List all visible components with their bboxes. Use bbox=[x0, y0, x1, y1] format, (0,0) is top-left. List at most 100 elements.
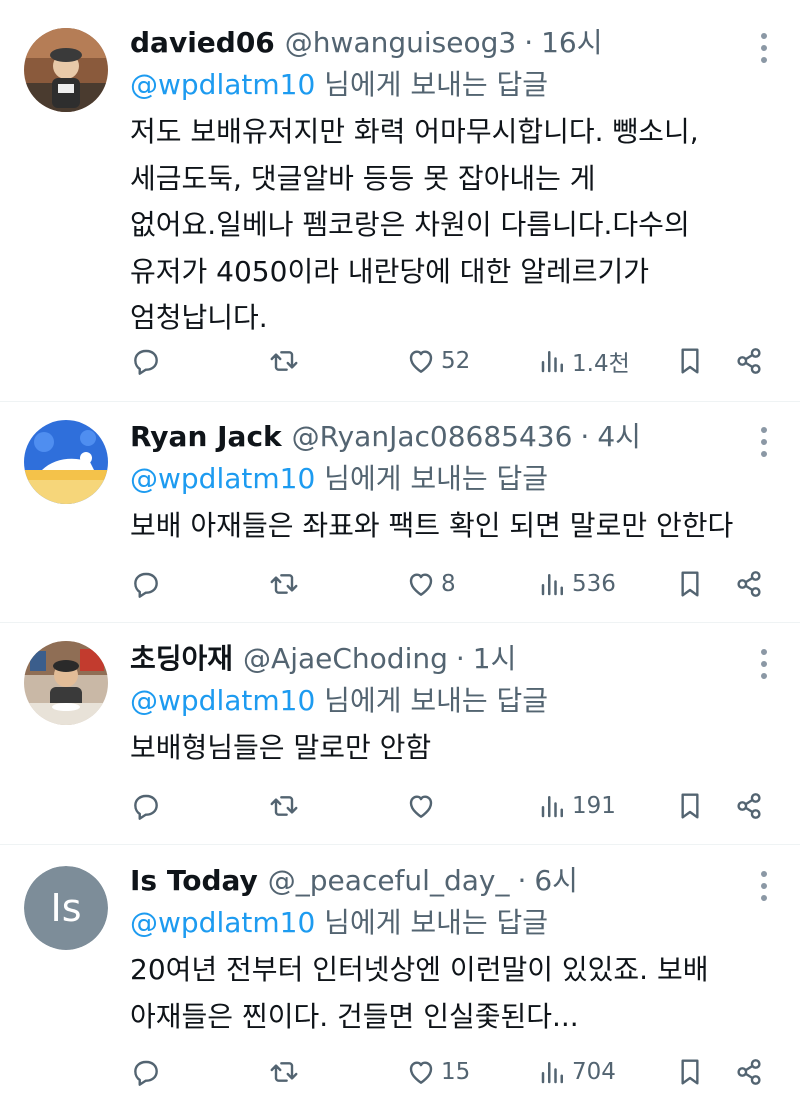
display-name[interactable]: 초딩아재 bbox=[130, 639, 233, 679]
bookmark-button[interactable] bbox=[674, 1052, 706, 1092]
like-count: 52 bbox=[441, 348, 471, 374]
repost-icon bbox=[270, 351, 298, 371]
avatar[interactable] bbox=[24, 28, 108, 112]
tweet-actions: 8 536 bbox=[130, 564, 770, 604]
tweet-header: 초딩아재 @AjaeChoding · 1시 bbox=[130, 639, 776, 679]
avatar[interactable] bbox=[24, 641, 108, 725]
repost-button[interactable] bbox=[268, 341, 300, 381]
repost-button[interactable] bbox=[268, 564, 300, 604]
heart-icon bbox=[409, 795, 433, 818]
user-handle[interactable]: @_peaceful_day_ bbox=[268, 861, 510, 901]
separator-dot: · bbox=[580, 420, 590, 453]
share-button[interactable] bbox=[733, 1052, 765, 1092]
display-name[interactable]: Is Today bbox=[130, 861, 258, 901]
bookmark-icon bbox=[681, 348, 699, 374]
reply-button[interactable] bbox=[130, 341, 162, 381]
views-icon bbox=[541, 351, 563, 373]
more-options-icon[interactable] bbox=[752, 649, 776, 679]
bookmark-icon bbox=[681, 1059, 699, 1085]
bookmark-button[interactable] bbox=[674, 341, 706, 381]
more-options-icon[interactable] bbox=[752, 871, 776, 901]
views-button[interactable]: 704 bbox=[538, 1052, 616, 1092]
reply-suffix: 님에게 보내는 답글 bbox=[315, 684, 549, 717]
repost-icon bbox=[270, 796, 298, 816]
views-button[interactable]: 536 bbox=[538, 564, 616, 604]
reply-icon bbox=[134, 794, 158, 820]
share-button[interactable] bbox=[733, 341, 765, 381]
user-avatar-photo bbox=[24, 28, 108, 112]
like-button[interactable]: 8 bbox=[405, 564, 456, 604]
avatar[interactable]: Is bbox=[24, 866, 108, 950]
like-button[interactable]: 52 bbox=[405, 341, 470, 381]
views-icon bbox=[541, 574, 563, 596]
reply-feed: davied06 @hwanguiseog3 · 16시 @wpdlatm10 … bbox=[0, 0, 800, 1107]
timestamp[interactable]: 16시 bbox=[541, 23, 602, 63]
repost-button[interactable] bbox=[268, 786, 300, 826]
bookmark-button[interactable] bbox=[674, 564, 706, 604]
share-button[interactable] bbox=[733, 786, 765, 826]
share-icon bbox=[737, 348, 761, 374]
repost-button[interactable] bbox=[268, 1052, 300, 1092]
reply-suffix: 님에게 보내는 답글 bbox=[315, 68, 549, 101]
tweet-header: davied06 @hwanguiseog3 · 16시 bbox=[130, 23, 776, 63]
reply-button[interactable] bbox=[130, 786, 162, 826]
tweet-text: 보배형님들은 말로만 안함 bbox=[130, 731, 432, 764]
repost-icon bbox=[270, 574, 298, 594]
more-options-icon[interactable] bbox=[752, 33, 776, 63]
tweet-header: Is Today @_peaceful_day_ · 6시 bbox=[130, 861, 776, 901]
like-count: 8 bbox=[441, 571, 456, 597]
share-button[interactable] bbox=[733, 564, 765, 604]
bookmark-icon bbox=[681, 571, 699, 597]
separator-dot: · bbox=[524, 26, 534, 59]
reply-icon bbox=[134, 1060, 158, 1086]
views-button[interactable]: 1.4천 bbox=[538, 341, 630, 381]
reply-button[interactable] bbox=[130, 1052, 162, 1092]
tweet[interactable]: Ryan Jack @RyanJac08685436 · 4시 @wpdlatm… bbox=[0, 402, 800, 623]
heart-icon bbox=[409, 350, 433, 373]
reply-context: @wpdlatm10 님에게 보내는 답글 bbox=[130, 63, 776, 107]
reply-to-link[interactable]: @wpdlatm10 bbox=[130, 684, 315, 717]
heart-icon bbox=[409, 573, 433, 596]
timestamp[interactable]: 1시 bbox=[473, 639, 517, 679]
user-handle[interactable]: @hwanguiseog3 bbox=[285, 23, 516, 63]
reply-icon bbox=[134, 572, 158, 598]
avatar[interactable] bbox=[24, 420, 108, 504]
tweet-actions: 15 704 bbox=[130, 1052, 770, 1092]
views-icon bbox=[541, 796, 563, 818]
separator-dot: · bbox=[517, 864, 527, 897]
tweet[interactable]: Is Is Today @_peaceful_day_ · 6시 @wpdlat… bbox=[0, 845, 800, 1107]
display-name[interactable]: Ryan Jack bbox=[130, 417, 282, 457]
views-icon bbox=[541, 1062, 563, 1084]
more-options-icon[interactable] bbox=[752, 427, 776, 457]
bookmark-button[interactable] bbox=[674, 786, 706, 826]
timestamp[interactable]: 6시 bbox=[534, 861, 578, 901]
tweet-actions: 52 1.4천 bbox=[130, 341, 770, 381]
tweet-text: 20여년 전부터 인터넷상엔 이런말이 있있죠. 보배 아재들은 찐이다. 건들… bbox=[130, 953, 709, 1033]
reply-to-link[interactable]: @wpdlatm10 bbox=[130, 68, 315, 101]
user-handle[interactable]: @RyanJac08685436 bbox=[292, 417, 573, 457]
reply-to-link[interactable]: @wpdlatm10 bbox=[130, 906, 315, 939]
user-avatar-illustration bbox=[24, 420, 108, 504]
reply-suffix: 님에게 보내는 답글 bbox=[315, 906, 549, 939]
tweet-text: 보배 아재들은 좌표와 팩트 확인 되면 말로만 안한다 bbox=[130, 509, 734, 542]
tweet[interactable]: davied06 @hwanguiseog3 · 16시 @wpdlatm10 … bbox=[0, 0, 800, 402]
views-button[interactable]: 191 bbox=[538, 786, 616, 826]
reply-context: @wpdlatm10 님에게 보내는 답글 bbox=[130, 457, 776, 501]
tweet[interactable]: 초딩아재 @AjaeChoding · 1시 @wpdlatm10 님에게 보내… bbox=[0, 623, 800, 845]
view-count: 536 bbox=[572, 571, 616, 597]
like-count: 15 bbox=[441, 1059, 471, 1085]
like-button[interactable] bbox=[405, 786, 441, 826]
share-icon bbox=[737, 571, 761, 597]
avatar-initials: Is bbox=[24, 866, 108, 950]
like-button[interactable]: 15 bbox=[405, 1052, 470, 1092]
user-handle[interactable]: @AjaeChoding bbox=[243, 639, 448, 679]
repost-icon bbox=[270, 1062, 298, 1082]
separator-dot: · bbox=[455, 642, 465, 675]
share-icon bbox=[737, 1059, 761, 1085]
bookmark-icon bbox=[681, 793, 699, 819]
display-name[interactable]: davied06 bbox=[130, 23, 275, 63]
timestamp[interactable]: 4시 bbox=[597, 417, 641, 457]
reply-button[interactable] bbox=[130, 564, 162, 604]
view-count: 191 bbox=[572, 793, 616, 819]
reply-to-link[interactable]: @wpdlatm10 bbox=[130, 462, 315, 495]
